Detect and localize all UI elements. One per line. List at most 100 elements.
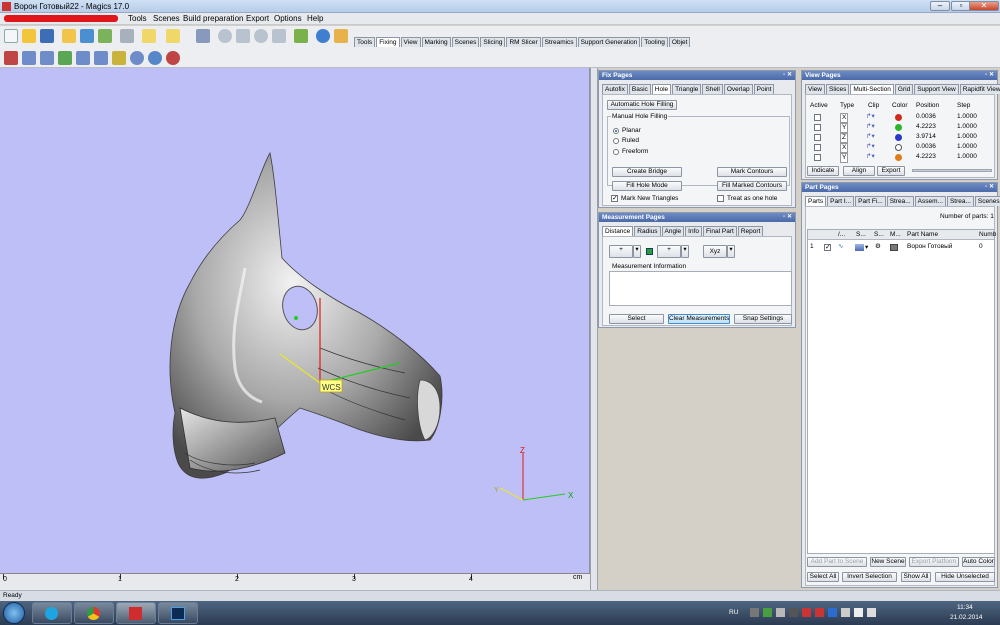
section-step[interactable]: 1.0000 (957, 123, 977, 131)
menu-help[interactable]: Help (307, 14, 323, 24)
tray-icon[interactable] (789, 608, 798, 617)
fill-marked-contours-button[interactable]: Fill Marked Contours (717, 181, 787, 191)
section-step[interactable]: 1.0000 (957, 133, 977, 141)
clip-icon[interactable]: ↱▾ (866, 153, 875, 161)
toolbar-tab-slicing[interactable]: Slicing (480, 37, 506, 47)
section-type-select[interactable]: Z (840, 133, 848, 143)
select-all-button[interactable]: Select All (807, 572, 839, 582)
tray-icon[interactable] (763, 608, 772, 617)
zoom-icon[interactable] (254, 29, 268, 43)
parts-list[interactable] (807, 229, 995, 554)
save-part-icon[interactable] (80, 29, 94, 43)
undo-icon[interactable] (142, 29, 156, 43)
part-tab-part-info[interactable]: Part I... (827, 196, 855, 206)
fix-tab-overlap[interactable]: Overlap (723, 84, 753, 94)
menu-build-preparation[interactable]: Build preparation (183, 14, 243, 24)
menu-tools[interactable]: Tools (128, 14, 147, 24)
raven-ring-model[interactable] (169, 151, 443, 479)
section-active-checkbox[interactable] (814, 114, 821, 121)
noise-shell-icon[interactable] (148, 51, 162, 65)
point-tool-1-button[interactable]: + (609, 245, 633, 258)
model-canvas[interactable]: WCS Z X Y (0, 68, 590, 573)
section-active-checkbox[interactable] (814, 154, 821, 161)
part-tab-part-fixing[interactable]: Part Fi... (855, 196, 886, 206)
fill-hole-mode-button[interactable]: Fill Hole Mode (612, 181, 682, 191)
section-step[interactable]: 1.0000 (957, 153, 977, 161)
mark-contours-button[interactable]: Mark Contours (717, 167, 787, 177)
network-icon[interactable] (854, 608, 863, 617)
stitch-icon[interactable] (58, 51, 72, 65)
meas-tab-distance[interactable]: Distance (602, 226, 634, 236)
rotate-icon[interactable] (218, 29, 232, 43)
fix-tab-autofix[interactable]: Autofix (602, 84, 628, 94)
chrome-taskbar-button[interactable] (74, 602, 114, 624)
shell-icon[interactable] (76, 51, 90, 65)
mark-new-triangles-checkbox[interactable]: ✓ (611, 195, 618, 202)
point-tool-2-dropdown[interactable]: ▾ (681, 245, 689, 258)
part-mode-icon[interactable] (890, 244, 898, 251)
automatic-hole-filling-button[interactable]: Automatic Hole Filling (607, 100, 677, 110)
shading-icon[interactable] (855, 244, 864, 251)
view-tab-slices[interactable]: Slices (825, 84, 850, 94)
context-help-icon[interactable] (334, 29, 348, 43)
toolbar-tab-tooling[interactable]: Tooling (641, 37, 668, 47)
magics-taskbar-button[interactable] (116, 602, 156, 624)
treat-as-one-hole-checkbox[interactable] (717, 195, 724, 202)
auto-color-button[interactable]: Auto Color (962, 557, 995, 567)
planar-radio[interactable] (613, 128, 619, 134)
part-tab-scenes[interactable]: Scenes (974, 196, 1000, 206)
section-active-checkbox[interactable] (814, 144, 821, 151)
toolbar-tab-objet[interactable]: Objet (668, 37, 691, 47)
fix-tab-triangle[interactable]: Triangle (672, 84, 702, 94)
section-type-select[interactable]: X (840, 113, 849, 123)
ruled-radio[interactable] (613, 138, 619, 144)
section-position[interactable]: 4.2223 (916, 123, 936, 131)
section-type-select[interactable]: X (840, 143, 849, 153)
toolbar-tab-scenes[interactable]: Scenes (451, 37, 480, 47)
section-color-swatch[interactable] (895, 124, 902, 131)
section-position[interactable]: 0.0036 (916, 143, 936, 151)
meas-tab-radius[interactable]: Radius (634, 226, 661, 236)
tray-icon[interactable] (776, 608, 785, 617)
auto-fix-icon[interactable] (22, 51, 36, 65)
section-position[interactable]: 0.0036 (916, 113, 936, 121)
freeform-radio[interactable] (613, 149, 619, 155)
point-tool-2-button[interactable]: + (657, 245, 681, 258)
photoshop-taskbar-button[interactable] (158, 602, 198, 624)
fix-tab-basic[interactable]: Basic (628, 84, 651, 94)
part-tab-parts[interactable]: Parts (805, 196, 827, 206)
zoom-window-icon[interactable] (272, 29, 286, 43)
clear-measurements-button[interactable]: Clear Measurements (668, 314, 730, 324)
col-shading[interactable]: S... (856, 231, 866, 239)
toolbar-tab-view[interactable]: View (400, 37, 421, 47)
verify-icon[interactable] (294, 29, 308, 43)
menu-export[interactable]: Export (246, 14, 269, 24)
fix-tab-hole[interactable]: Hole (651, 84, 672, 94)
pan-icon[interactable] (236, 29, 250, 43)
close-part-icon[interactable] (98, 29, 112, 43)
tray-icon[interactable] (841, 608, 850, 617)
redo-icon[interactable] (166, 29, 180, 43)
tray-icon[interactable] (815, 608, 824, 617)
section-step[interactable]: 1.0000 (957, 143, 977, 151)
invert-selection-button[interactable]: Invert Selection (842, 572, 897, 582)
menu-options[interactable]: Options (274, 14, 302, 24)
section-active-checkbox[interactable] (814, 134, 821, 141)
section-color-swatch[interactable] (895, 154, 902, 161)
section-type-select[interactable]: Y (840, 123, 849, 133)
view-tab-multi-section[interactable]: Multi-Section (850, 84, 894, 94)
shading-dropdown-icon[interactable]: ▾ (865, 244, 868, 252)
toolbar-tab-support-generation[interactable]: Support Generation (577, 37, 641, 47)
snap-settings-button[interactable]: Snap Settings (734, 314, 792, 324)
col-number[interactable]: Numb (979, 231, 996, 239)
toolbar-tab-streamics[interactable]: Streamics (541, 37, 577, 47)
clip-icon[interactable]: ↱▾ (866, 123, 875, 131)
toolbar-tab-fixing[interactable]: Fixing (376, 37, 400, 47)
fix-tab-shell[interactable]: Shell (702, 84, 723, 94)
clip-icon[interactable]: ↱▾ (866, 133, 875, 141)
section-color-swatch[interactable] (895, 114, 902, 121)
maximize-button[interactable]: ▫ (951, 1, 971, 11)
close-button[interactable]: ✕ (969, 1, 999, 11)
part-visible-checkbox[interactable]: ✓ (824, 244, 831, 251)
part-tab-streamics-1[interactable]: Strea... (886, 196, 914, 206)
